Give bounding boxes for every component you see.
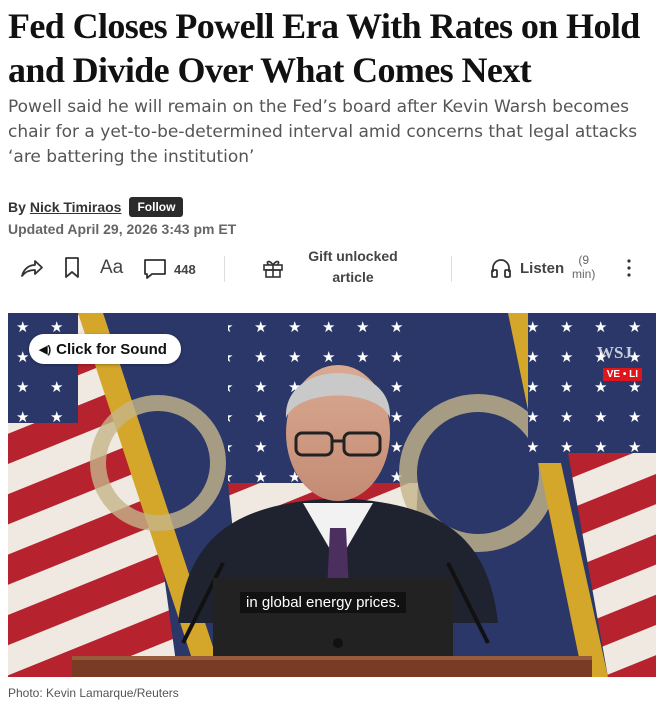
listen-duration-line2: min)	[572, 267, 596, 281]
listen-label: Listen	[520, 259, 565, 277]
video-player[interactable]: ★	[8, 313, 656, 677]
bookmark-icon[interactable]	[64, 257, 80, 279]
gift-icon	[263, 260, 283, 278]
video-frame: ★	[8, 313, 656, 677]
byline: By Nick Timiraos Follow	[8, 196, 184, 218]
toolbar-divider	[224, 256, 225, 282]
updated-timestamp: Updated April 29, 2026 3:43 pm ET	[8, 221, 237, 237]
gift-label-line2: article	[332, 269, 374, 285]
listen-duration-line1: (9	[578, 253, 589, 267]
comment-count: 448	[174, 261, 196, 277]
headline: Fed Closes Powell Era With Rates on Hold…	[8, 6, 640, 90]
live-badge: VE • LI	[602, 368, 642, 381]
headphones-icon	[491, 259, 511, 278]
byline-prefix: By	[8, 199, 26, 215]
comments-button[interactable]: 448	[143, 258, 196, 280]
text-size-button[interactable]: Aa	[100, 257, 123, 279]
share-icon[interactable]	[20, 258, 44, 278]
gift-article-label[interactable]: Gift unlocked article	[303, 246, 403, 288]
gift-label-line1: Gift unlocked	[308, 248, 398, 264]
article-summary: Powell said he will remain on the Fed’s …	[8, 97, 638, 167]
speaker-icon: ◀︎)	[39, 343, 52, 356]
toolbar-divider	[451, 256, 452, 282]
photo-credit: Photo: Kevin Lamarque/Reuters	[8, 686, 179, 700]
video-subtitle: in global energy prices.	[240, 592, 407, 613]
gift-button[interactable]	[262, 257, 284, 279]
more-options-icon[interactable]	[625, 258, 633, 278]
comment-icon	[144, 259, 166, 279]
follow-button[interactable]: Follow	[129, 197, 184, 217]
article-toolbar: Aa 448 Gift unlocked article Listen (9 m…	[0, 246, 665, 290]
wsj-watermark: WSJ	[597, 343, 632, 362]
listen-button[interactable]: Listen	[490, 257, 564, 279]
click-for-sound-button[interactable]: ◀︎) Click for Sound	[29, 334, 181, 364]
author-link[interactable]: Nick Timiraos	[30, 199, 122, 215]
sound-button-label: Click for Sound	[56, 340, 167, 358]
listen-duration: (9 min)	[572, 253, 595, 281]
